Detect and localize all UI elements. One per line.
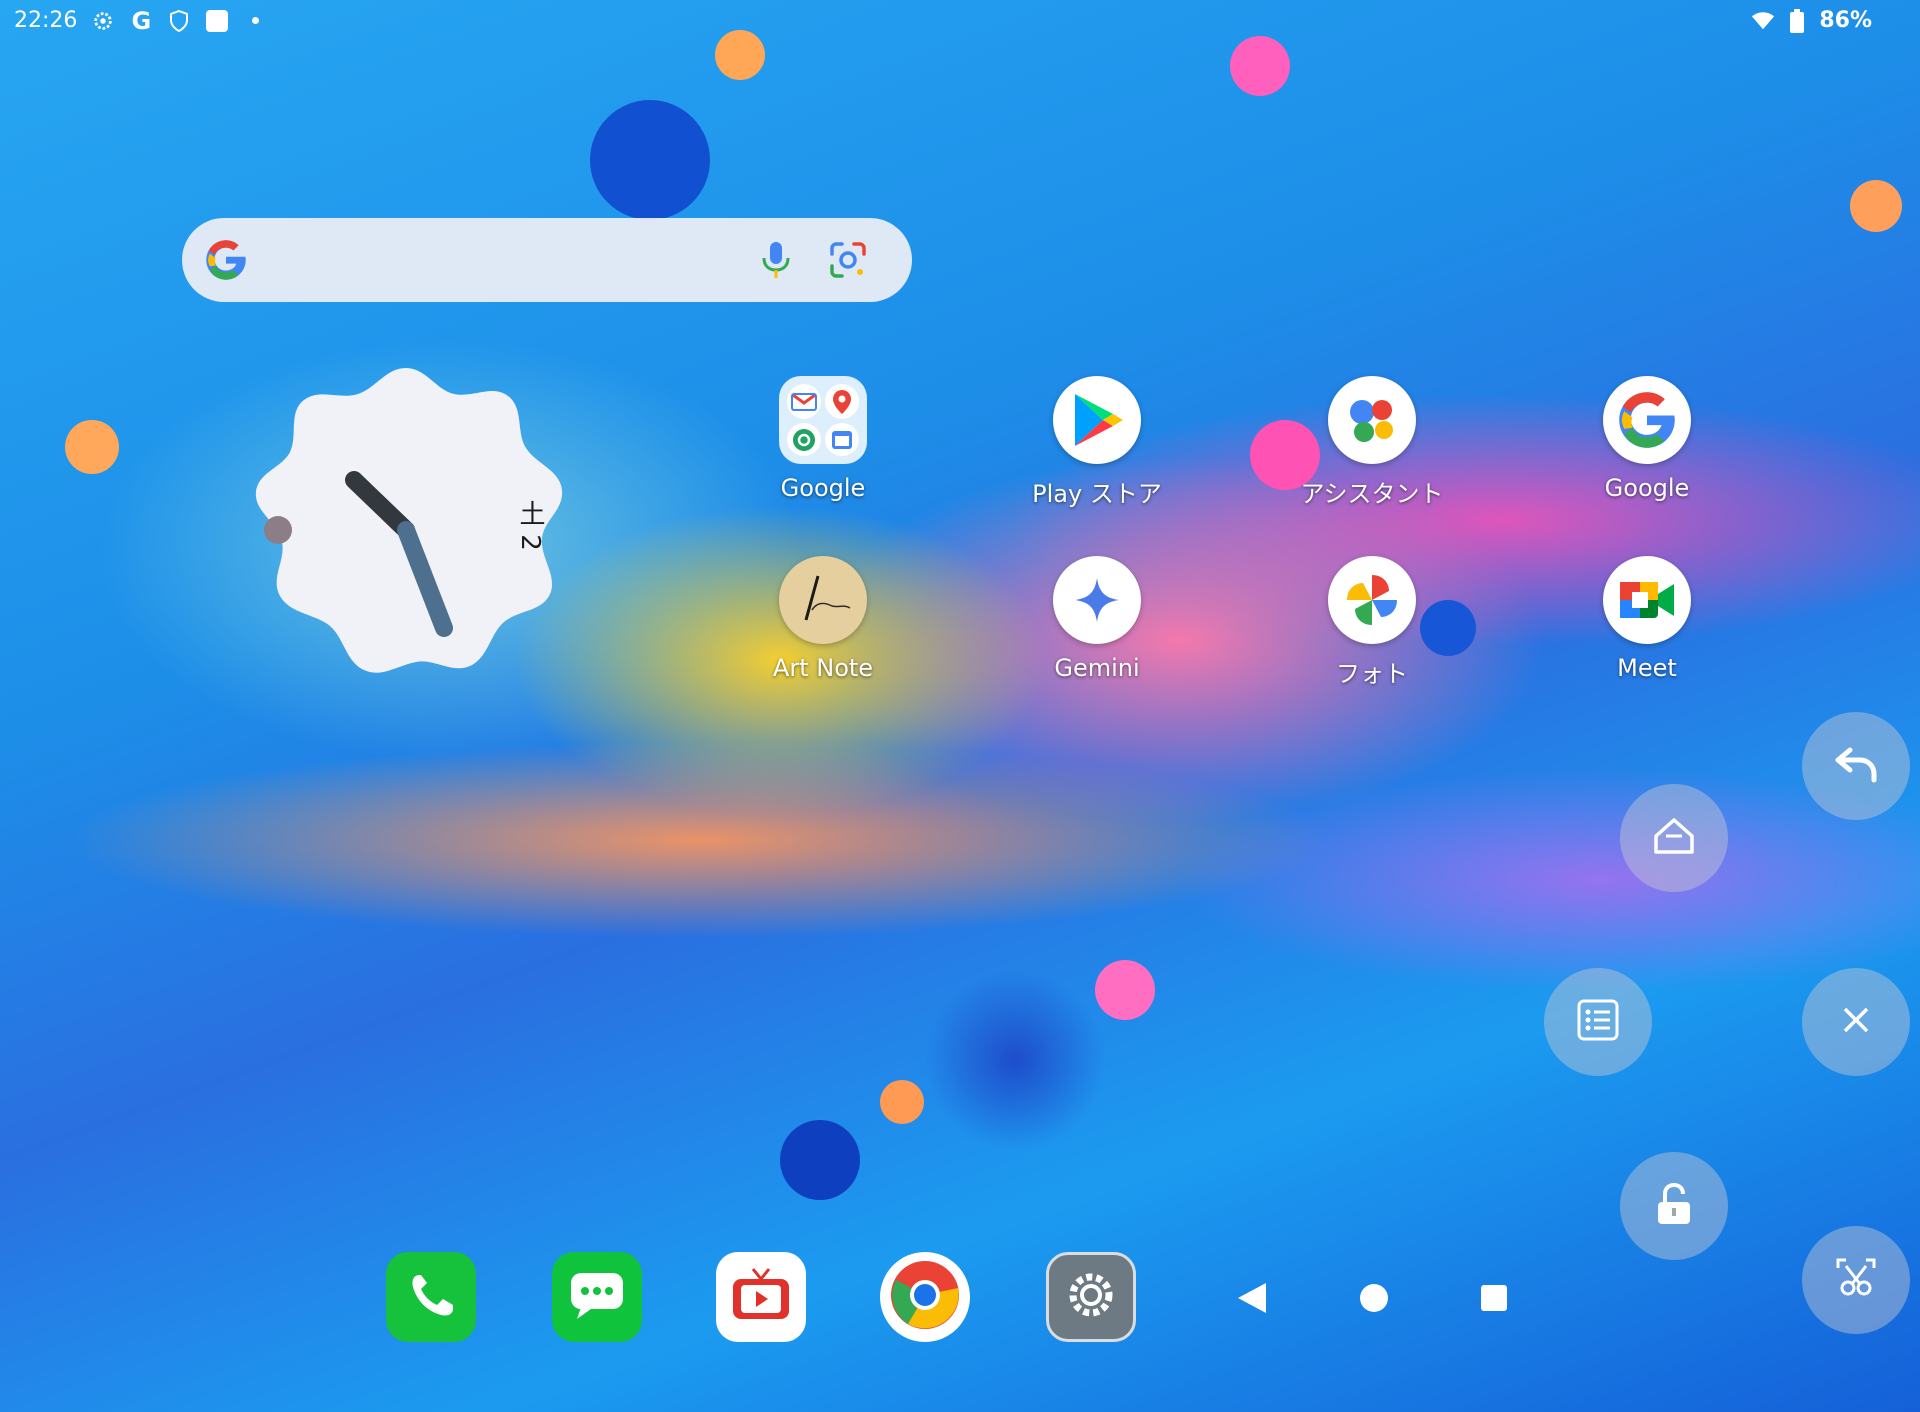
app-label: Art Note: [772, 654, 874, 682]
art-note-icon: [779, 556, 867, 644]
paint-blob: [1095, 960, 1155, 1020]
phone-app[interactable]: [386, 1252, 476, 1342]
float-list-button[interactable]: [1544, 968, 1652, 1076]
status-right: 86%: [1751, 8, 1872, 33]
recents-icon: [1480, 1284, 1508, 1316]
app-play-store[interactable]: Play ストア: [1022, 376, 1172, 526]
phone-icon: [403, 1267, 459, 1327]
folder-icon: [779, 376, 867, 464]
home-icon: [1652, 816, 1696, 860]
app-label: Google: [780, 474, 866, 502]
paint-blob: [590, 100, 710, 220]
app-assistant[interactable]: アシスタント: [1297, 376, 1447, 526]
status-left: 22:26 G: [14, 6, 267, 35]
paint-blob: [880, 1080, 924, 1124]
paint-blob: [1850, 180, 1902, 232]
tv-app[interactable]: [716, 1252, 806, 1342]
lock-icon: [1654, 1182, 1694, 1230]
app-photos[interactable]: フォト: [1297, 556, 1447, 706]
assistant-icon: [1328, 376, 1416, 464]
paint-blob: [780, 1120, 860, 1200]
paint-blob: [65, 420, 119, 474]
paint-blob: [1230, 36, 1290, 96]
calendar-icon: [825, 423, 859, 456]
messages-app[interactable]: [552, 1252, 642, 1342]
dot-icon: [243, 9, 267, 33]
music-icon: [787, 423, 821, 456]
mic-icon[interactable]: [756, 238, 796, 286]
settings-app[interactable]: [1046, 1252, 1136, 1342]
app-label: Google: [1604, 474, 1690, 502]
app-label: Gemini: [1054, 654, 1140, 682]
play-store-icon: [1053, 376, 1141, 464]
lens-icon[interactable]: [826, 238, 870, 286]
messages-icon: [567, 1269, 627, 1325]
app-gemini[interactable]: Gemini: [1022, 556, 1172, 706]
chrome-icon: [888, 1258, 962, 1336]
shield-icon: [167, 9, 191, 33]
app-meet[interactable]: Meet: [1572, 556, 1722, 706]
google-g-icon[interactable]: [204, 238, 248, 286]
nav-recents-button[interactable]: [1474, 1280, 1514, 1320]
float-back-button[interactable]: [1802, 712, 1910, 820]
photos-icon: [1328, 556, 1416, 644]
chrome-app[interactable]: [880, 1252, 970, 1342]
app-google-folder[interactable]: Google: [748, 376, 898, 526]
float-close-button[interactable]: [1802, 968, 1910, 1076]
google-icon: G: [131, 6, 152, 35]
battery-percent: 86%: [1819, 8, 1872, 33]
back-icon: [1236, 1281, 1268, 1319]
home-screen: 22:26 G 86% 土 2 Google Play ストア アシスタント G…: [0, 0, 1920, 1412]
list-icon: [1576, 998, 1620, 1046]
screenshot-icon: [1834, 1256, 1878, 1304]
nav-home-button[interactable]: [1354, 1280, 1394, 1320]
nav-back-button[interactable]: [1232, 1280, 1272, 1320]
tv-icon: [729, 1265, 793, 1329]
clock-date: 土 2: [515, 500, 545, 551]
app-google[interactable]: Google: [1572, 376, 1722, 526]
meet-icon: [1603, 556, 1691, 644]
float-screenshot-button[interactable]: [1802, 1226, 1910, 1334]
wifi-icon: [1751, 9, 1775, 33]
square-icon: [205, 9, 229, 33]
app-label: Play ストア: [1032, 480, 1162, 508]
gmail-icon: [787, 384, 821, 419]
gemini-icon: [1053, 556, 1141, 644]
float-lock-button[interactable]: [1620, 1152, 1728, 1260]
settings-icon: [91, 9, 115, 33]
status-bar: 22:26 G 86%: [0, 0, 1920, 44]
settings-icon: [1063, 1267, 1119, 1327]
home-icon: [1359, 1283, 1389, 1317]
float-home-button[interactable]: [1620, 784, 1728, 892]
battery-icon: [1785, 8, 1809, 33]
maps-icon: [825, 384, 859, 419]
google-icon: [1603, 376, 1691, 464]
search-bar[interactable]: [182, 218, 912, 302]
app-label: フォト: [1336, 660, 1408, 688]
app-label: Meet: [1617, 654, 1677, 682]
close-icon: [1841, 1005, 1871, 1039]
back-arrow-icon: [1834, 744, 1878, 788]
app-art-note[interactable]: Art Note: [748, 556, 898, 706]
app-label: アシスタント: [1300, 480, 1444, 508]
status-time: 22:26: [14, 8, 78, 33]
